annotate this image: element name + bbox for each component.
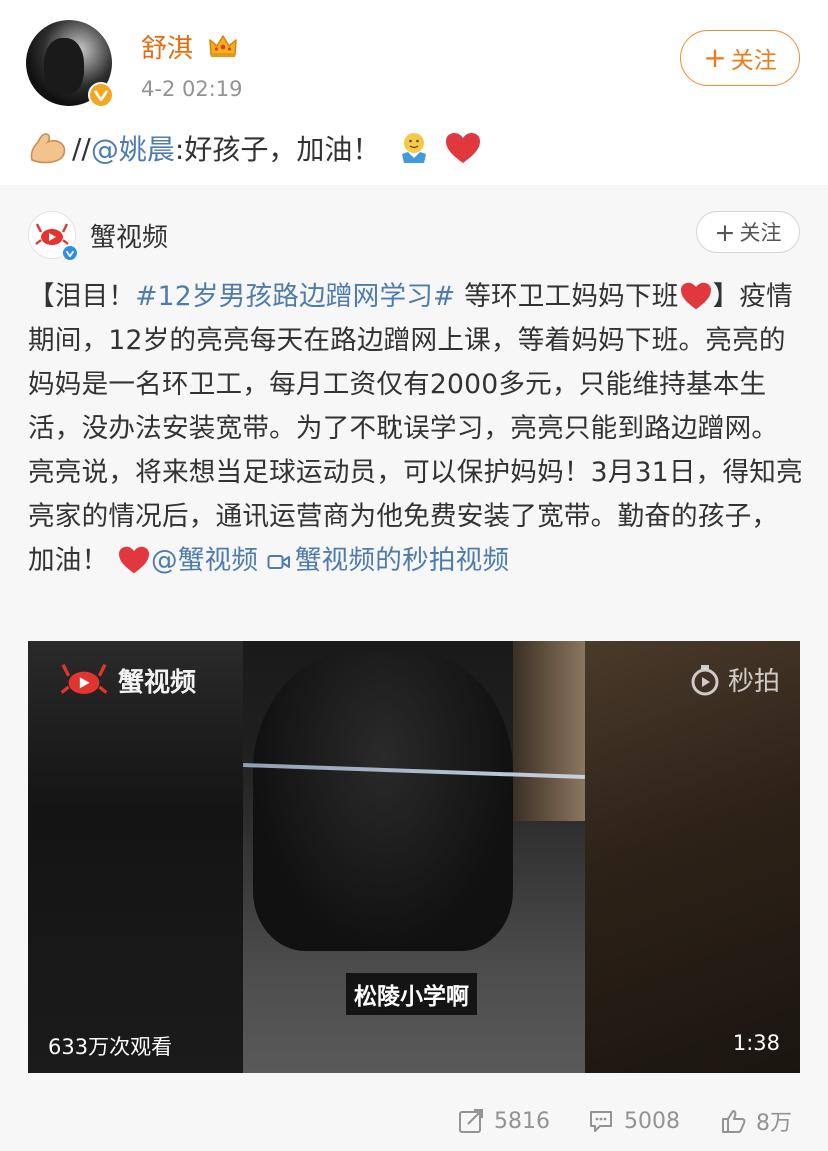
plus-icon: + — [714, 217, 736, 247]
comment-icon — [590, 1111, 612, 1132]
heart-icon — [119, 546, 150, 574]
avatar-portrait — [44, 38, 84, 94]
action-bar: 5816 5008 8万 — [0, 1101, 828, 1141]
mention-link[interactable]: @蟹视频 — [151, 545, 258, 576]
original-post-text: 【泪目！#12岁男孩路边蹭网学习# 等环卫工妈妈下班 】疫情期间，12岁的亮亮每天… — [28, 275, 804, 583]
verified-badge-icon — [88, 82, 114, 108]
comment-button[interactable]: 5008 — [588, 1101, 680, 1141]
text-body: 】疫情期间，12岁的亮亮每天在路边蹭网上课，等着妈妈下班。亮亮的妈妈是一名环卫工… — [28, 281, 803, 576]
video-link[interactable]: 蟹视频的秒拍视频 — [267, 545, 509, 576]
video-link-label: 蟹视频的秒拍视频 — [294, 545, 510, 576]
repost-icon — [459, 1109, 483, 1133]
video-wall — [513, 641, 585, 821]
follow-button[interactable]: + 关注 — [680, 30, 800, 86]
verified-badge-icon — [62, 245, 78, 261]
crown-icon — [209, 35, 237, 57]
like-button[interactable]: 8万 — [720, 1101, 792, 1141]
follow-label: 关注 — [730, 48, 777, 74]
thumbs-up-icon — [722, 1110, 746, 1133]
repost-comment: // @姚晨 :好孩子，加油！ — [28, 126, 482, 170]
heart-icon — [680, 282, 711, 310]
stopwatch-icon — [691, 664, 719, 695]
flexed-biceps-icon — [30, 133, 66, 164]
miaopai-watermark: 秒拍 — [688, 661, 780, 698]
heart-icon — [446, 133, 481, 163]
post-time: 4-2 02:19 — [141, 77, 243, 101]
author-avatar[interactable] — [26, 20, 114, 108]
repost-count: 5816 — [494, 1108, 550, 1134]
watermark-text: 秒拍 — [727, 667, 780, 697]
follow-original-button[interactable]: + 关注 — [696, 211, 800, 253]
text-open: 【泪目！ — [28, 281, 136, 312]
hashtag-link[interactable]: #12岁男孩路边蹭网学习# — [135, 281, 455, 312]
video-logo: 蟹视频 — [58, 659, 196, 701]
author-name[interactable]: 舒淇 — [141, 28, 193, 65]
video-camera-icon — [267, 555, 290, 569]
quoted-original-post[interactable]: 蟹视频 + 关注 【泪目！#12岁男孩路边蹭网学习# 等环卫工妈妈下班 】疫情期间… — [0, 185, 828, 1151]
text-after-hashtag: 等环卫工妈妈下班 — [455, 281, 679, 312]
hug-emoji-icon — [402, 133, 427, 163]
video-figure — [253, 651, 513, 951]
crab-logo-icon — [60, 663, 108, 694]
comment-count: 5008 — [624, 1108, 680, 1134]
original-author-avatar[interactable] — [28, 211, 78, 261]
video-duration: 1:38 — [732, 1031, 780, 1055]
view-count: 633万次观看 — [48, 1035, 173, 1059]
follow-label: 关注 — [739, 221, 782, 245]
video-player[interactable]: 蟹视频 秒拍 松陵小学啊 633万次观看 1:38 — [28, 641, 800, 1073]
crab-logo-icon — [35, 223, 69, 245]
plus-icon: + — [703, 41, 727, 74]
video-subtitle: 松陵小学啊 — [346, 973, 477, 1015]
video-logo-text: 蟹视频 — [118, 667, 197, 698]
comment-prefix: // — [72, 131, 91, 165]
like-count: 8万 — [756, 1111, 792, 1136]
video-blur-right — [585, 641, 800, 1073]
comment-text: :好孩子，加油！ — [174, 133, 381, 166]
video-blur-left — [28, 641, 243, 1073]
repost-button[interactable]: 5816 — [458, 1101, 550, 1141]
mention-link[interactable]: @姚晨 — [91, 128, 175, 168]
original-author-name[interactable]: 蟹视频 — [90, 217, 168, 254]
